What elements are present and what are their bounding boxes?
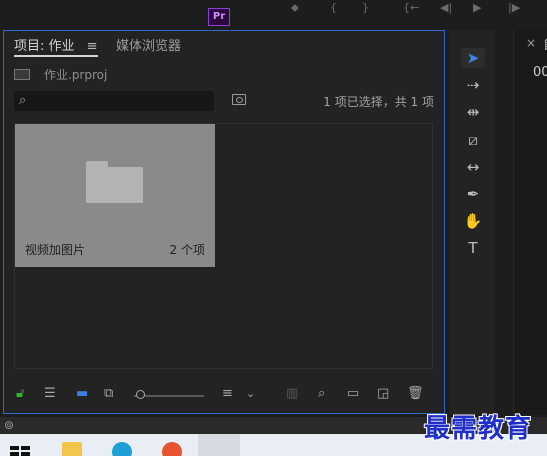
item-count: 2 个项 bbox=[169, 243, 205, 257]
step-back-icon[interactable]: ◀| bbox=[440, 1, 452, 14]
tab-project-label: 项目: 作业 bbox=[14, 39, 75, 54]
transport-strip: ⬥ { } {← ◀| ▶ |▶ bbox=[0, 0, 547, 16]
marker-icon[interactable]: ⬥ bbox=[291, 1, 299, 15]
new-item-icon[interactable]: ◲ bbox=[377, 385, 389, 403]
tab-project[interactable]: 项目: 作业 ≡ bbox=[14, 35, 98, 57]
project-folder-icon bbox=[14, 69, 30, 80]
edge-browser-icon[interactable] bbox=[112, 442, 132, 456]
go-to-in-icon[interactable]: {← bbox=[403, 1, 419, 14]
tab-media-browser-label: 媒体浏览器 bbox=[116, 39, 182, 54]
premiere-pro-icon[interactable]: Pr bbox=[208, 8, 230, 26]
selection-tool-icon[interactable]: ➤ bbox=[461, 48, 485, 68]
program-monitor-panel: × 節 00 bbox=[513, 30, 547, 414]
hamburger-menu-icon[interactable]: ≡ bbox=[87, 39, 98, 54]
search-box[interactable]: ⌕ bbox=[14, 91, 214, 111]
watermark-logo: 最需教育 bbox=[424, 414, 533, 444]
selection-status: 1 项已选择，共 1 项 bbox=[323, 95, 434, 109]
list-view-icon[interactable]: ☰ bbox=[44, 385, 56, 403]
hand-tool-icon[interactable]: ✋ bbox=[461, 211, 485, 231]
zoom-slider-handle[interactable] bbox=[136, 390, 145, 399]
tab-media-browser[interactable]: 媒体浏览器 bbox=[116, 35, 181, 54]
bin-content-area[interactable]: 视频加图片 2 个项 bbox=[14, 123, 433, 369]
type-tool-icon[interactable]: T bbox=[461, 238, 485, 258]
chevron-down-icon[interactable]: ⌄ bbox=[246, 385, 255, 403]
new-bin-icon[interactable]: ▭ bbox=[347, 385, 359, 403]
pen-tool-icon[interactable]: ✒ bbox=[461, 184, 485, 204]
ripple-edit-tool-icon[interactable]: ⇹ bbox=[461, 102, 485, 122]
sort-icon[interactable]: ≡ bbox=[222, 385, 233, 403]
start-icon[interactable] bbox=[10, 446, 30, 456]
active-app-highlight bbox=[198, 434, 240, 456]
automate-to-sequence-icon[interactable]: ▥ bbox=[286, 385, 298, 403]
out-point-icon[interactable]: } bbox=[362, 1, 369, 14]
item-name: 视频加图片 bbox=[25, 243, 86, 257]
project-bottom-toolbar: 🔓︎ ☰ ▬ ⧉ ≡ ⌄ ▥ ⌕ ▭ ◲ 🗑︎ bbox=[4, 383, 444, 405]
razor-tool-icon[interactable]: ⧄ bbox=[461, 130, 485, 150]
track-select-tool-icon[interactable]: ⇢ bbox=[461, 75, 485, 95]
trash-icon[interactable]: 🗑︎ bbox=[407, 385, 424, 403]
close-icon[interactable]: × bbox=[526, 36, 536, 50]
step-forward-icon[interactable]: |▶ bbox=[508, 1, 520, 14]
sync-status-icon[interactable]: ⊚ bbox=[4, 418, 14, 432]
search-icon: ⌕ bbox=[19, 93, 27, 108]
lock-icon[interactable]: 🔓︎ bbox=[16, 385, 24, 403]
freeform-view-icon[interactable]: ⧉ bbox=[104, 385, 113, 403]
folder-icon bbox=[86, 161, 143, 204]
project-file-name: 作业.prproj bbox=[44, 68, 108, 82]
icon-view-icon[interactable]: ▬ bbox=[76, 385, 88, 403]
program-timecode: 00 bbox=[533, 65, 547, 80]
bin-item-card[interactable]: 视频加图片 2 个项 bbox=[15, 124, 215, 267]
slip-tool-icon[interactable]: ↔ bbox=[461, 157, 485, 177]
active-tab-underline bbox=[14, 55, 98, 57]
in-point-icon[interactable]: { bbox=[330, 1, 337, 14]
play-icon[interactable]: ▶ bbox=[473, 1, 481, 14]
project-panel: 项目: 作业 ≡ 媒体浏览器 作业.prproj ⌕ 1 项已选择，共 1 项 … bbox=[3, 30, 445, 414]
find-bin-icon[interactable]: ⌕ bbox=[318, 385, 325, 403]
file-explorer-icon[interactable] bbox=[62, 442, 82, 456]
search-input[interactable] bbox=[36, 93, 206, 109]
find-icon[interactable] bbox=[232, 94, 246, 105]
tools-panel: ➤ ⇢ ⇹ ⧄ ↔ ✒ ✋ T bbox=[449, 30, 495, 414]
app-icon[interactable] bbox=[162, 442, 182, 456]
